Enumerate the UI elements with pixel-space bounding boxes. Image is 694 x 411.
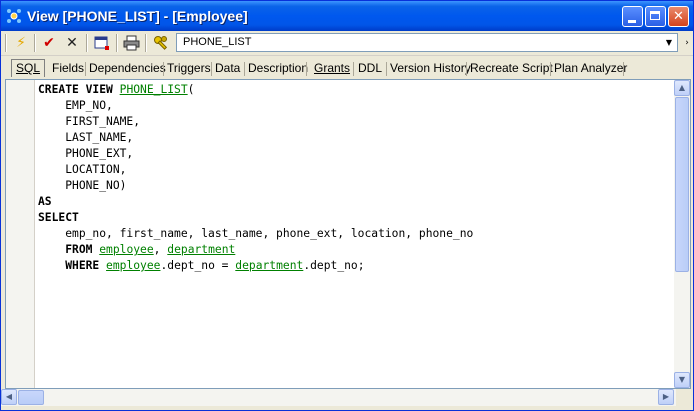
code-line: CREATE VIEW PHONE_LIST( <box>38 82 473 98</box>
maximize-button[interactable] <box>645 6 666 27</box>
sql-keyword: SELECT <box>38 211 79 224</box>
minimize-button[interactable] <box>622 6 643 27</box>
chevron-down-icon[interactable]: ▼ <box>663 36 675 49</box>
toolbar-separator <box>145 34 147 52</box>
maximize-icon <box>650 11 660 20</box>
tab-plan-analyzer[interactable]: Plan Analyzer <box>550 60 631 77</box>
sql-object-link[interactable]: PHONE_LIST <box>120 83 188 96</box>
chevron-up-icon: ▲ <box>678 83 686 92</box>
horizontal-scrollbar[interactable]: ◀ ▶ <box>1 389 693 406</box>
tab-separator <box>623 62 624 76</box>
chevron-right-icon: ▶ <box>662 392 670 401</box>
sql-text: LOCATION, <box>65 163 127 176</box>
tab-description[interactable]: Description <box>244 60 312 77</box>
sql-object-link[interactable]: employee <box>106 259 160 272</box>
code-line: EMP_NO, <box>38 98 473 114</box>
sql-keyword: AS <box>38 195 52 208</box>
toolbar-grip <box>5 34 7 52</box>
tab-bar: SQL Fields Dependencies Triggers Data De… <box>1 57 693 79</box>
chevron-down-icon: ▼ <box>678 375 686 384</box>
scroll-down-button[interactable]: ▼ <box>674 372 690 388</box>
tab-recreate-script[interactable]: Recreate Script <box>466 60 557 77</box>
scroll-up-button[interactable]: ▲ <box>674 80 690 96</box>
checkmark-icon[interactable]: ✔ <box>39 33 59 53</box>
toolbar-separator <box>86 34 88 52</box>
lightning-icon[interactable]: ⚡ <box>11 33 31 53</box>
tab-ddl[interactable]: DDL <box>354 60 386 77</box>
toolbar: ⚡ ✔ ✕ PHONE_LIST ▼ › <box>1 31 693 56</box>
code-line: LAST_NAME, <box>38 130 473 146</box>
sql-text: ( <box>187 83 195 96</box>
size-grip[interactable] <box>676 389 693 406</box>
scroll-right-button[interactable]: ▶ <box>658 389 674 405</box>
close-icon: ✕ <box>673 9 684 24</box>
view-editor-window: View [PHONE_LIST] - [Employee] ✕ ⚡ ✔ ✕ P… <box>0 0 694 411</box>
cross-icon[interactable]: ✕ <box>62 33 82 53</box>
tab-sql[interactable]: SQL <box>11 59 46 77</box>
tab-dependencies[interactable]: Dependencies <box>85 60 170 77</box>
toolbar-overflow-icon[interactable]: › <box>677 33 693 53</box>
code-line: emp_no, first_name, last_name, phone_ext… <box>38 226 473 242</box>
sql-text: , <box>153 243 161 256</box>
tab-data[interactable]: Data <box>211 60 244 77</box>
toolbar-separator <box>34 34 36 52</box>
vertical-scroll-thumb[interactable] <box>675 97 689 272</box>
tab-grants[interactable]: Grants <box>310 60 354 77</box>
editor-gutter[interactable] <box>6 80 35 388</box>
sql-text: LAST_NAME, <box>65 131 134 144</box>
object-selector-value: PHONE_LIST <box>183 36 252 48</box>
vertical-scrollbar[interactable]: ▲ ▼ <box>674 80 690 388</box>
code-line: WHERE employee.dept_no = department.dept… <box>38 258 473 274</box>
sql-text: PHONE_EXT, <box>65 147 134 160</box>
printer-icon[interactable] <box>121 33 141 53</box>
sql-text: PHONE_NO) <box>65 179 127 192</box>
tab-triggers[interactable]: Triggers <box>163 60 215 77</box>
sql-text: emp_no, first_name, last_name, phone_ext… <box>65 227 474 240</box>
sql-object-link[interactable]: department <box>235 259 303 272</box>
window-title: View [PHONE_LIST] - [Employee] <box>27 8 248 24</box>
toolbar-separator <box>116 34 118 52</box>
code-line: FROM employee, department <box>38 242 473 258</box>
minimize-icon <box>628 20 636 23</box>
code-line: AS <box>38 194 473 210</box>
sql-text: .dept_no = <box>160 259 236 272</box>
scroll-left-button[interactable]: ◀ <box>1 389 17 405</box>
code-line: LOCATION, <box>38 162 473 178</box>
sql-keyword: FROM <box>65 243 93 256</box>
tab-fields[interactable]: Fields <box>48 60 88 77</box>
sql-keyword: WHERE <box>65 259 100 272</box>
code-line: SELECT <box>38 210 473 226</box>
title-bar[interactable]: View [PHONE_LIST] - [Employee] ✕ <box>1 1 693 31</box>
view-icon <box>7 9 21 23</box>
code-line: PHONE_EXT, <box>38 146 473 162</box>
sql-object-link[interactable]: department <box>167 243 235 256</box>
code-line: FIRST_NAME, <box>38 114 473 130</box>
code-line: PHONE_NO) <box>38 178 473 194</box>
sql-keyword: CREATE VIEW <box>38 83 113 96</box>
sql-object-link[interactable]: employee <box>99 243 153 256</box>
tab-separator <box>306 62 307 76</box>
calendar-icon[interactable] <box>92 33 112 53</box>
sql-code[interactable]: CREATE VIEW PHONE_LIST( EMP_NO, FIRST_NA… <box>38 82 473 274</box>
sql-text: .dept_no; <box>303 259 365 272</box>
sql-editor[interactable]: CREATE VIEW PHONE_LIST( EMP_NO, FIRST_NA… <box>5 79 691 389</box>
horizontal-scroll-thumb[interactable] <box>18 390 44 405</box>
close-button[interactable]: ✕ <box>668 6 689 27</box>
sql-text: EMP_NO, <box>65 99 113 112</box>
keys-icon[interactable] <box>151 33 171 53</box>
object-selector[interactable]: PHONE_LIST ▼ <box>176 33 678 52</box>
chevron-left-icon: ◀ <box>5 392 13 401</box>
sql-text: FIRST_NAME, <box>65 115 141 128</box>
tab-version-history[interactable]: Version History <box>386 60 475 77</box>
